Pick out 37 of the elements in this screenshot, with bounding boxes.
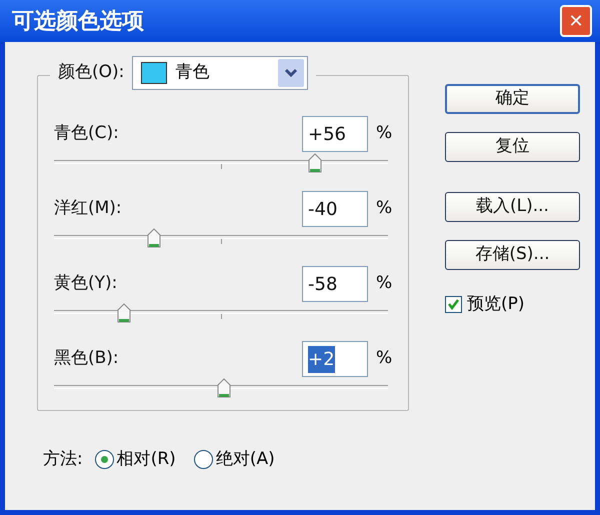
radio-button[interactable]: [194, 450, 213, 470]
dialog-button[interactable]: 存储(S)...: [445, 240, 580, 270]
slider-thumb[interactable]: [117, 303, 132, 323]
channel-label: 黄色(Y):: [54, 272, 118, 296]
chevron-icon: [278, 59, 304, 87]
dialog-button[interactable]: 复位: [445, 132, 580, 162]
channel-label: 洋红(M):: [54, 197, 123, 220]
color-label: 颜色(O):: [58, 61, 124, 84]
slider-thumb[interactable]: [147, 228, 162, 248]
value-field[interactable]: +56: [302, 116, 368, 152]
value-field[interactable]: -40: [302, 191, 368, 227]
radio-button[interactable]: [94, 450, 114, 470]
slider-thumb[interactable]: [217, 378, 232, 398]
preview-label: 预览(P): [467, 293, 525, 316]
channel-label: 青色(C):: [54, 122, 120, 146]
field-value: -58: [308, 272, 338, 296]
field-value: -40: [308, 198, 338, 222]
percent-label: %: [376, 347, 392, 370]
radio-label: 相对(R): [116, 448, 176, 471]
value-field[interactable]: +2: [302, 341, 368, 377]
color-dropdown[interactable]: 青色: [132, 56, 308, 90]
dialog-button[interactable]: 确定: [445, 84, 580, 114]
field-value: +2: [308, 346, 335, 372]
slider-thumb[interactable]: [308, 153, 322, 173]
dialog-button[interactable]: 载入(L)...: [445, 192, 580, 222]
percent-label: %: [376, 197, 392, 220]
radio-label: 绝对(A): [216, 448, 275, 471]
value-field[interactable]: -58: [302, 266, 368, 302]
field-value: +56: [308, 122, 346, 146]
channel-label: 黑色(B):: [54, 347, 120, 370]
dropdown-value: 青色: [175, 61, 210, 84]
window-title: 可选颜色选项: [12, 8, 144, 36]
preview-checkbox[interactable]: [445, 296, 462, 314]
percent-label: %: [376, 272, 392, 296]
percent-label: %: [376, 122, 392, 146]
method-label: 方法:: [43, 448, 83, 471]
close-button[interactable]: ✕: [560, 5, 592, 37]
